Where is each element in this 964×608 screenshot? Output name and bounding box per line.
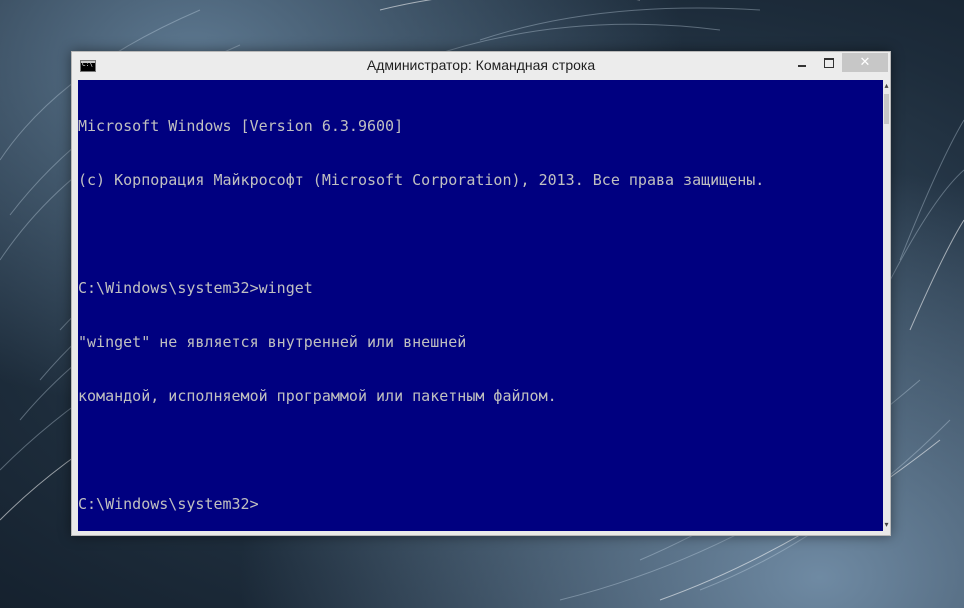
maximize-button[interactable] <box>816 53 842 72</box>
command-prompt-window[interactable]: C:\ Администратор: Командная строка ✕ Mi… <box>71 51 891 536</box>
close-button[interactable]: ✕ <box>842 53 888 72</box>
window-title: Администратор: Командная строка <box>366 57 596 73</box>
console-line: C:\Windows\system32>winget <box>78 279 313 297</box>
cmd-icon-text: C:\ <box>82 61 93 68</box>
console-line: командой, исполняемой программой или пак… <box>78 387 557 405</box>
close-icon: ✕ <box>859 55 871 70</box>
vertical-scrollbar[interactable]: ▴ ▾ <box>883 80 890 531</box>
console-text: Microsoft Windows [Version 6.3.9600] (c)… <box>78 81 764 531</box>
title-bar[interactable]: C:\ Администратор: Командная строка ✕ <box>72 52 890 80</box>
maximize-icon <box>824 57 834 68</box>
console-line: "winget" не является внутренней или внеш… <box>78 333 467 351</box>
minimize-button[interactable] <box>788 53 816 72</box>
console-prompt-line[interactable]: C:\Windows\system32> <box>78 495 764 513</box>
console-line: Microsoft Windows [Version 6.3.9600] <box>78 117 404 135</box>
cmd-icon[interactable]: C:\ <box>80 60 96 72</box>
console-output[interactable]: Microsoft Windows [Version 6.3.9600] (c)… <box>78 80 883 531</box>
console-line: (c) Корпорация Майкрософт (Microsoft Cor… <box>78 171 765 189</box>
minimize-icon <box>798 64 806 67</box>
scroll-up-icon[interactable]: ▴ <box>883 80 890 92</box>
scroll-thumb[interactable] <box>884 94 889 124</box>
scroll-down-icon[interactable]: ▾ <box>883 519 890 531</box>
